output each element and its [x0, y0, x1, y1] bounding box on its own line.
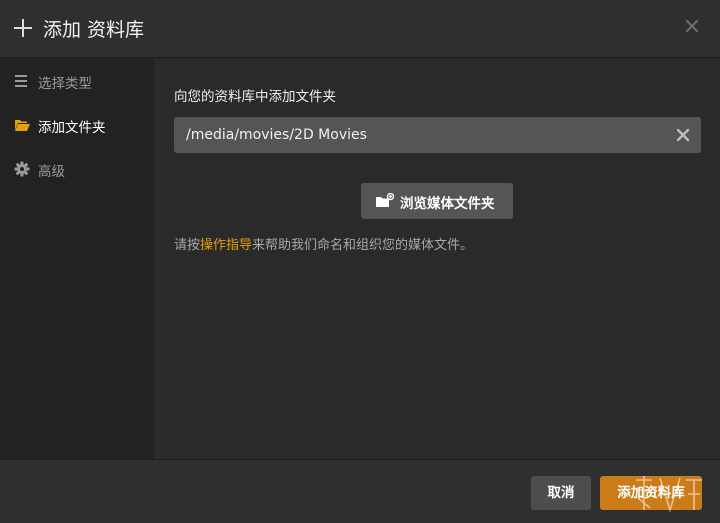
- close-icon[interactable]: [683, 17, 701, 35]
- clear-icon[interactable]: [675, 127, 691, 143]
- sidebar-item-add-folder[interactable]: 添加文件夹: [0, 105, 154, 145]
- help-prefix: 请按: [174, 238, 201, 253]
- main-panel: 向您的资料库中添加文件夹 浏览媒体文件夹 请按操作指导来帮助我们命名和组织您的媒…: [154, 59, 720, 459]
- help-text: 请按操作指导来帮助我们命名和组织您的媒体文件。: [174, 234, 473, 253]
- dialog-footer: 取消 添加资料库: [0, 459, 720, 523]
- help-suffix: 来帮助我们命名和组织您的媒体文件。: [252, 238, 474, 253]
- section-heading: 向您的资料库中添加文件夹: [174, 89, 336, 105]
- sidebar-item-label: 添加文件夹: [38, 120, 106, 136]
- folder-path-input[interactable]: [174, 117, 664, 153]
- dialog-header: 添加 资料库: [0, 0, 720, 58]
- sidebar-item-select-type[interactable]: 选择类型: [0, 61, 154, 101]
- sidebar: 选择类型 添加文件夹 高级: [0, 59, 154, 459]
- add-library-button[interactable]: 添加资料库: [600, 476, 702, 510]
- gear-icon: [14, 161, 30, 177]
- cancel-button[interactable]: 取消: [531, 476, 591, 510]
- folder-open-icon: [14, 117, 30, 133]
- sidebar-item-advanced[interactable]: 高级: [0, 149, 154, 189]
- lines-icon: [14, 73, 30, 89]
- plus-icon: [14, 19, 32, 37]
- guide-link[interactable]: 操作指导: [200, 238, 252, 253]
- folder-add-icon: [376, 192, 395, 209]
- dialog-title: 添加 资料库: [43, 19, 145, 41]
- browse-media-folder-button[interactable]: 浏览媒体文件夹: [361, 183, 513, 219]
- sidebar-item-label: 选择类型: [38, 76, 92, 92]
- browse-button-label: 浏览媒体文件夹: [400, 196, 495, 212]
- add-library-dialog: 添加 资料库 选择类型 添加文件夹 高级 向您的资料库中添加文件夹 /media…: [0, 0, 720, 523]
- folder-path-field: [174, 117, 701, 153]
- sidebar-item-label: 高级: [38, 164, 65, 180]
